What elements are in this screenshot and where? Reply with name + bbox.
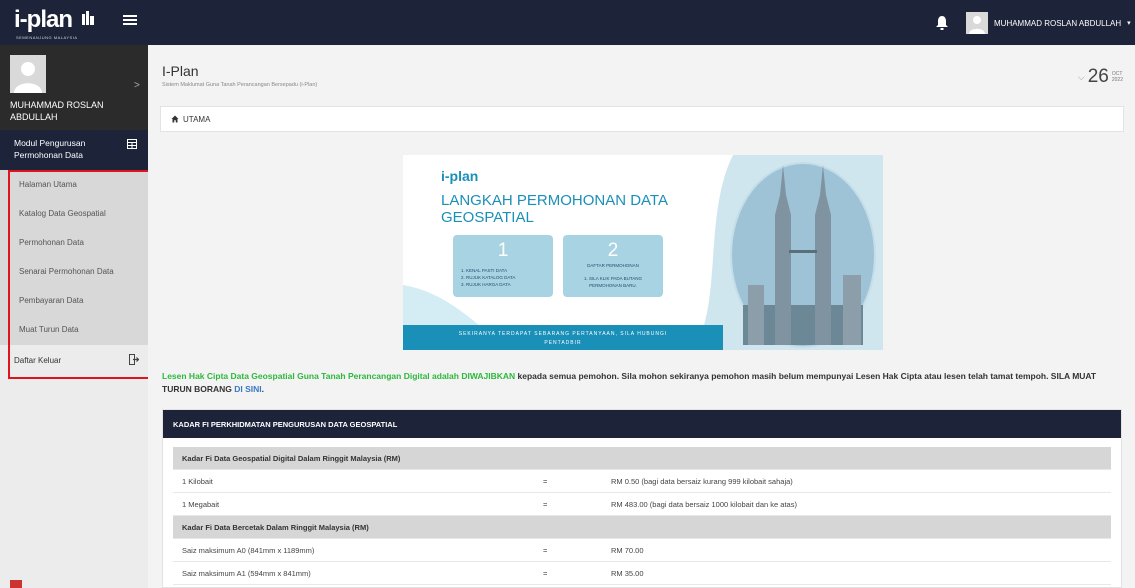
fee-item: 1 Megabait	[182, 499, 220, 509]
fee-value: RM 35.00	[611, 568, 644, 578]
hamburger-icon	[123, 15, 137, 17]
sidebar-item-katalog-data[interactable]: Katalog Data Geospatial	[0, 199, 148, 228]
banner-logo: i-plan	[441, 168, 478, 184]
page-title: I-Plan	[162, 63, 199, 79]
logo-subtext: SEMENANJUNG MALAYSIA	[16, 35, 78, 40]
date-month-year: OCT 2022	[1112, 71, 1123, 83]
fee-value: RM 0.50 (bagi data bersaiz kurang 999 ki…	[611, 476, 793, 486]
table-row: 1 Megabait = RM 483.00 (bagi data bersai…	[173, 493, 1111, 516]
banner-title-line2: GEOSPATIAL	[441, 209, 534, 226]
avatar	[966, 12, 988, 34]
flag-icon	[10, 580, 22, 588]
fee-item: Saiz maksimum A1 (594mm x 841mm)	[182, 568, 311, 578]
table-row: Saiz maksimum A0 (841mm x 1189mm) = RM 7…	[173, 539, 1111, 562]
fee-section-title: Kadar Fi Data Geospatial Digital Dalam R…	[182, 453, 401, 463]
sidebar-user-panel[interactable]: MUHAMMAD ROSLAN ABDULLAH >	[0, 45, 148, 130]
step1-line: 3. RUJUK HARGA DATA	[461, 282, 511, 287]
breadcrumb: UTAMA	[160, 106, 1124, 132]
sign-out-icon	[129, 354, 139, 365]
module-title: Modul Pengurusan Permohonan Data	[14, 138, 86, 160]
date-display[interactable]: ⌵ 26 OCT 2022	[1078, 66, 1123, 88]
twin-towers-photo	[730, 162, 876, 348]
table-row: 1 Kilobait = RM 0.50 (bagi data bersaiz …	[173, 470, 1111, 493]
step2-line: PERMOHONAN BARU.	[589, 283, 637, 288]
step1-line: 1. KENAL PASTI DATA	[461, 268, 507, 273]
caret-down-icon: ▾	[1127, 20, 1131, 27]
hamburger-line	[123, 23, 137, 25]
sidebar-item-halaman-utama[interactable]: Halaman Utama	[0, 170, 148, 199]
breadcrumb-current[interactable]: UTAMA	[183, 115, 210, 124]
notice-end: .	[261, 384, 265, 394]
page-subtitle: Sistem Maklumat Guna Tanah Perancangan B…	[162, 82, 318, 88]
user-menu[interactable]: MUHAMMAD ROSLAN ABDULLAH ▾	[966, 12, 1131, 34]
top-user-name: MUHAMMAD ROSLAN ABDULLAH	[994, 18, 1122, 28]
user-avatar-icon	[14, 62, 42, 93]
table-row: Kadar Fi Data Bercetak Dalam Ringgit Mal…	[173, 516, 1111, 539]
sidebar-item-muat-turun-data[interactable]: Muat Turun Data	[0, 315, 148, 344]
fee-table: Kadar Fi Data Geospatial Digital Dalam R…	[173, 447, 1111, 585]
fee-section-title: Kadar Fi Data Bercetak Dalam Ringgit Mal…	[182, 522, 369, 532]
logout-label: Daftar Keluar	[14, 355, 62, 365]
menu-toggle-button[interactable]	[123, 15, 137, 29]
date-day: 26	[1087, 66, 1109, 87]
table-row: Kadar Fi Data Geospatial Digital Dalam R…	[173, 447, 1111, 470]
sidebar-item-permohonan-data[interactable]: Permohonan Data	[0, 228, 148, 257]
bell-icon[interactable]	[935, 15, 949, 31]
step2-title: DAFTAR PERMOHONAN	[587, 263, 639, 268]
main-content: I-Plan Sistem Maklumat Guna Tanah Peranc…	[148, 45, 1135, 588]
banner-title-line1: LANGKAH PERMOHONAN DATA	[441, 192, 668, 209]
step2-line: 1. SILA KLIK PADA BUTANG	[584, 276, 643, 281]
banner-footer-line1: SEKIRANYA TERDAPAT SEBARANG PERTANYAAN, …	[459, 331, 668, 337]
home-icon	[171, 115, 179, 123]
fee-item: 1 Kilobait	[182, 476, 213, 486]
hamburger-line	[123, 19, 137, 21]
step1-line: 2. RUJUK KATALOG DATA	[461, 275, 515, 280]
user-avatar-icon	[969, 16, 985, 34]
sidebar-item-pembayaran-data[interactable]: Pembayaran Data	[0, 286, 148, 315]
step2-number: 2	[608, 240, 619, 261]
sidebar-user-name: MUHAMMAD ROSLAN ABDULLAH	[10, 100, 104, 122]
logo-area: i-plan SEMENANJUNG MALAYSIA	[0, 0, 148, 45]
fee-panel-header: KADAR FI PERKHIDMATAN PENGURUSAN DATA GE…	[163, 410, 1121, 438]
fee-equals: =	[543, 499, 548, 509]
logout-button[interactable]: Daftar Keluar	[0, 345, 148, 375]
fee-panel: KADAR FI PERKHIDMATAN PENGURUSAN DATA GE…	[162, 409, 1122, 588]
application-steps-banner: i-plan LANGKAH PERMOHONAN DATA GEOSPATIA…	[403, 155, 883, 350]
module-header[interactable]: Modul Pengurusan Permohonan Data	[0, 130, 148, 170]
step1-number: 1	[498, 240, 509, 261]
module-submenu: Halaman Utama Katalog Data Geospatial Pe…	[0, 170, 148, 345]
notice-highlight: Lesen Hak Cipta Data Geospatial Guna Tan…	[162, 371, 516, 381]
logo-building-icon	[82, 11, 94, 25]
chevron-right-icon: >	[134, 80, 140, 91]
fee-equals: =	[543, 545, 548, 555]
license-notice: Lesen Hak Cipta Data Geospatial Guna Tan…	[162, 370, 1128, 396]
fee-item: Saiz maksimum A0 (841mm x 1189mm)	[182, 545, 315, 555]
sidebar: MUHAMMAD ROSLAN ABDULLAH > Modul Penguru…	[0, 45, 148, 588]
date-year: 2022	[1111, 77, 1123, 83]
app-logo[interactable]: i-plan	[14, 6, 73, 34]
download-form-link[interactable]: DI SINI	[234, 384, 261, 394]
banner-footer-line2: PENTADBIR	[544, 340, 581, 346]
table-grid-icon	[127, 139, 137, 149]
avatar	[10, 55, 46, 93]
fee-equals: =	[543, 568, 548, 578]
fee-value: RM 483.00 (bagi data bersaiz 1000 kiloba…	[611, 499, 797, 509]
table-row: Saiz maksimum A1 (594mm x 841mm) = RM 35…	[173, 562, 1111, 585]
fee-value: RM 70.00	[611, 545, 644, 555]
top-navbar: i-plan SEMENANJUNG MALAYSIA MUHAMMAD ROS…	[0, 0, 1135, 45]
fee-equals: =	[543, 476, 548, 486]
sidebar-item-senarai-permohonan[interactable]: Senarai Permohonan Data	[0, 257, 148, 286]
chevron-down-icon: ⌵	[1077, 71, 1085, 82]
